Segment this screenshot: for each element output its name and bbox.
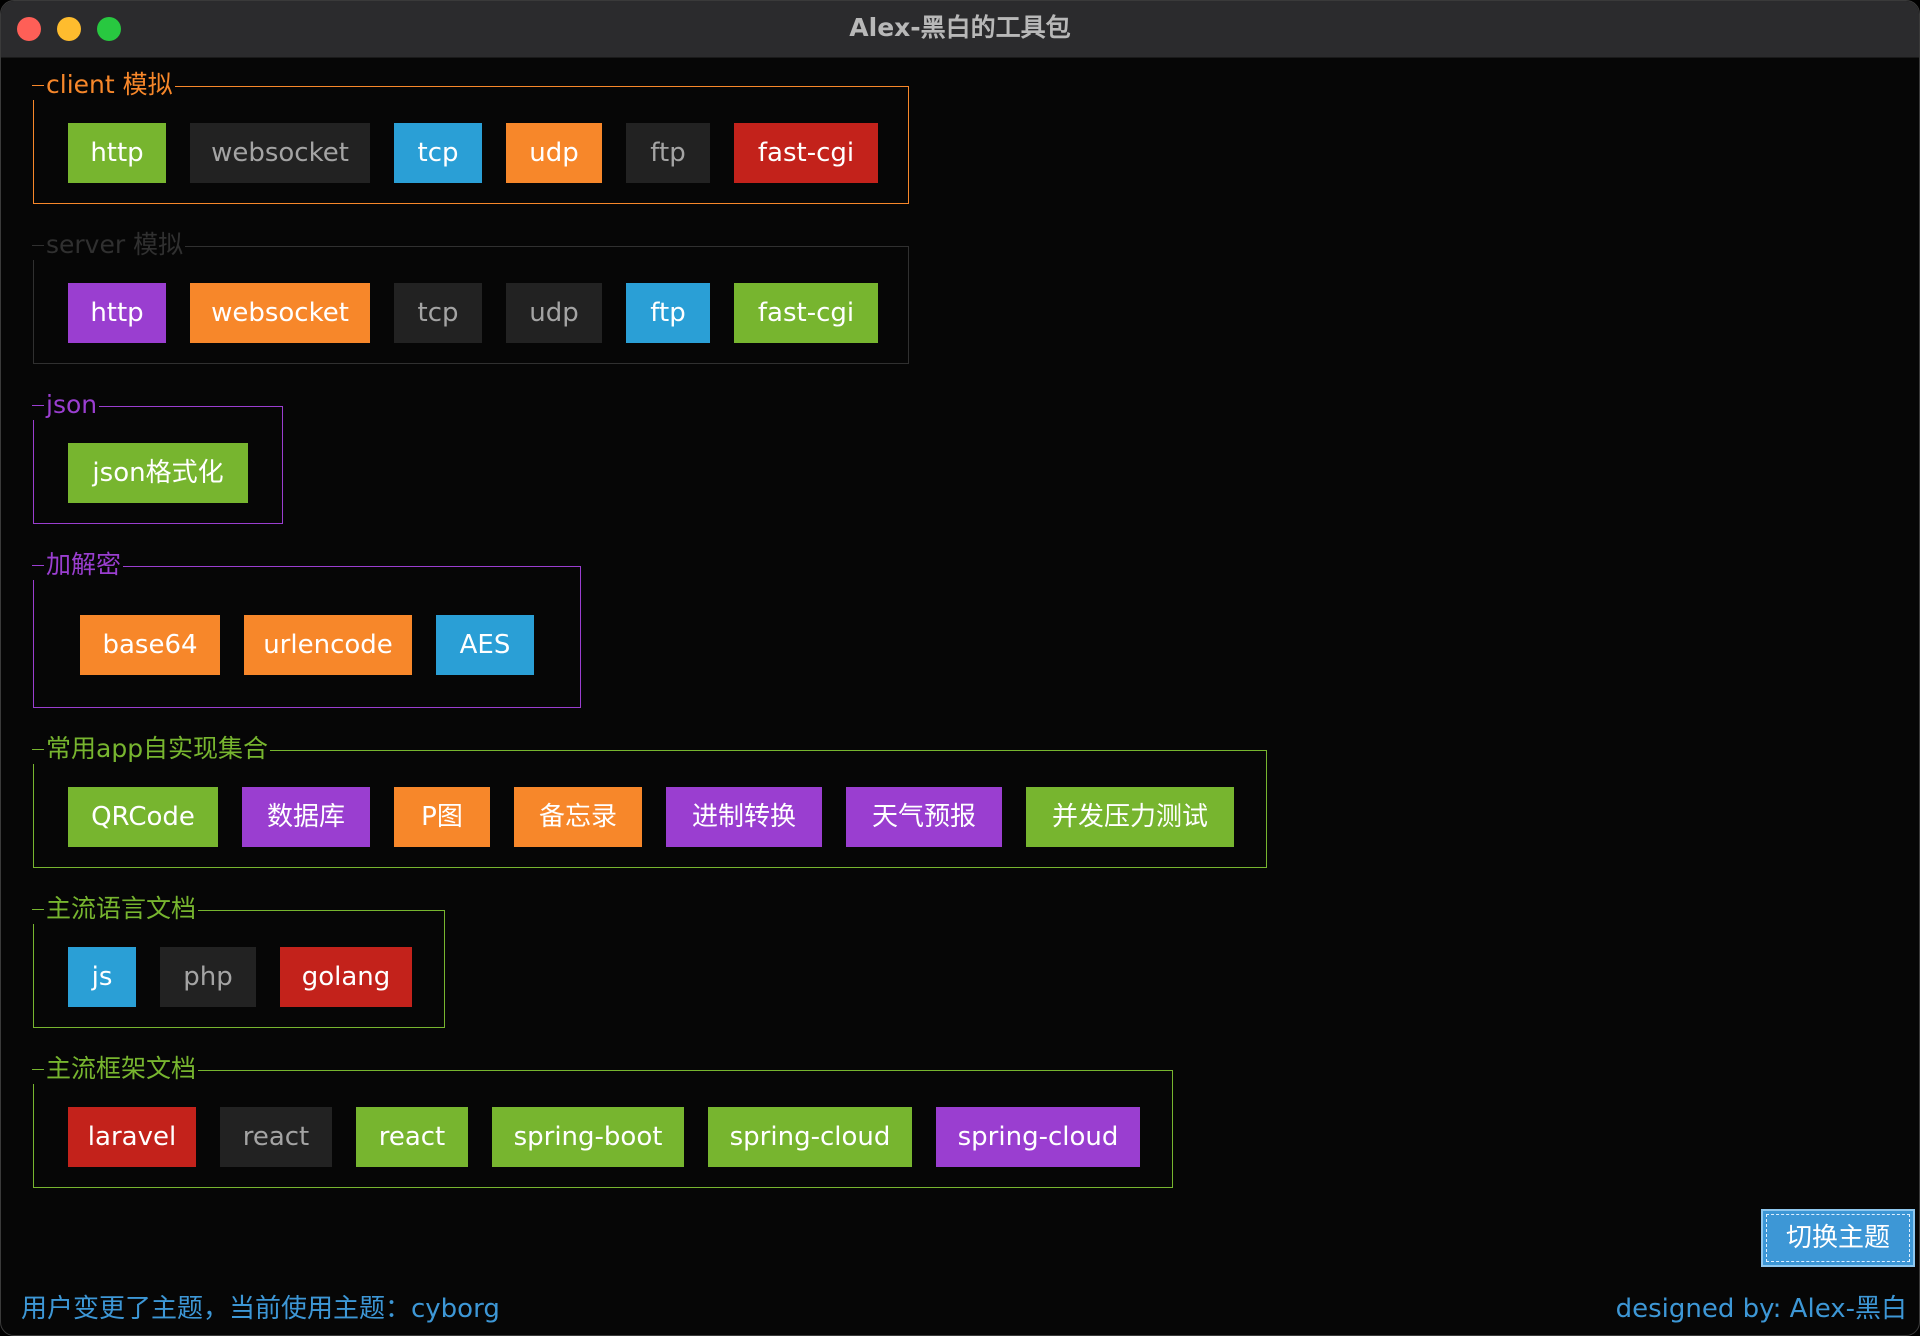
group-label: json — [32, 390, 100, 420]
group-client-simulation: client 模拟 http websocket tcp udp ftp fas… — [32, 70, 909, 204]
group-label: 常用app自实现集合 — [32, 734, 271, 764]
group-label: server 模拟 — [32, 230, 186, 260]
base64-button[interactable]: base64 — [80, 615, 220, 675]
urlencode-button[interactable]: urlencode — [244, 615, 412, 675]
qrcode-button[interactable]: QRCode — [68, 787, 218, 847]
group-label: client 模拟 — [32, 70, 175, 100]
client-ftp-button[interactable]: ftp — [626, 123, 710, 183]
group-language-docs: 主流语言文档 js php golang — [32, 894, 445, 1028]
group-label: 主流语言文档 — [32, 894, 199, 924]
aes-button[interactable]: AES — [436, 615, 534, 675]
database-button[interactable]: 数据库 — [242, 787, 370, 847]
group-framework-docs: 主流框架文档 laravel react react spring-boot s… — [32, 1054, 1173, 1188]
golang-docs-button[interactable]: golang — [280, 947, 412, 1007]
json-format-button[interactable]: json格式化 — [68, 443, 248, 503]
weather-forecast-button[interactable]: 天气预报 — [846, 787, 1002, 847]
client-tcp-button[interactable]: tcp — [394, 123, 482, 183]
group-server-simulation: server 模拟 http websocket tcp udp ftp fas… — [32, 230, 909, 364]
window-title: Alex-黑白的工具包 — [849, 13, 1071, 42]
designer-credit: designed by: Alex-黑白 — [1615, 1294, 1907, 1324]
server-udp-button[interactable]: udp — [506, 283, 602, 343]
base-conversion-button[interactable]: 进制转换 — [666, 787, 822, 847]
react-docs-button[interactable]: react — [220, 1107, 332, 1167]
group-label: 主流框架文档 — [32, 1054, 199, 1084]
title-bar: Alex-黑白的工具包 — [1, 1, 1919, 58]
server-ftp-button[interactable]: ftp — [626, 283, 710, 343]
status-message: 用户变更了主题，当前使用主题：cyborg — [21, 1294, 500, 1324]
spring-cloud-docs-button-2[interactable]: spring-cloud — [936, 1107, 1140, 1167]
server-websocket-button[interactable]: websocket — [190, 283, 370, 343]
react-docs-button-2[interactable]: react — [356, 1107, 468, 1167]
spring-boot-docs-button[interactable]: spring-boot — [492, 1107, 684, 1167]
app-window: Alex-黑白的工具包 client 模拟 http websocket tcp… — [0, 0, 1920, 1336]
stress-test-button[interactable]: 并发压力测试 — [1026, 787, 1234, 847]
photo-edit-button[interactable]: P图 — [394, 787, 490, 847]
server-tcp-button[interactable]: tcp — [394, 283, 482, 343]
laravel-docs-button[interactable]: laravel — [68, 1107, 196, 1167]
server-http-button[interactable]: http — [68, 283, 166, 343]
group-encryption: 加解密 base64 urlencode AES — [32, 550, 581, 708]
server-fast-cgi-button[interactable]: fast-cgi — [734, 283, 878, 343]
client-udp-button[interactable]: udp — [506, 123, 602, 183]
client-http-button[interactable]: http — [68, 123, 166, 183]
group-common-apps: 常用app自实现集合 QRCode 数据库 P图 备忘录 进制转换 天气预报 并… — [32, 734, 1267, 868]
switch-theme-button[interactable]: 切换主题 — [1761, 1209, 1915, 1267]
client-fast-cgi-button[interactable]: fast-cgi — [734, 123, 878, 183]
group-label: 加解密 — [32, 550, 124, 580]
spring-cloud-docs-button[interactable]: spring-cloud — [708, 1107, 912, 1167]
group-json: json json格式化 — [32, 390, 283, 524]
js-docs-button[interactable]: js — [68, 947, 136, 1007]
memo-button[interactable]: 备忘录 — [514, 787, 642, 847]
php-docs-button[interactable]: php — [160, 947, 256, 1007]
client-websocket-button[interactable]: websocket — [190, 123, 370, 183]
